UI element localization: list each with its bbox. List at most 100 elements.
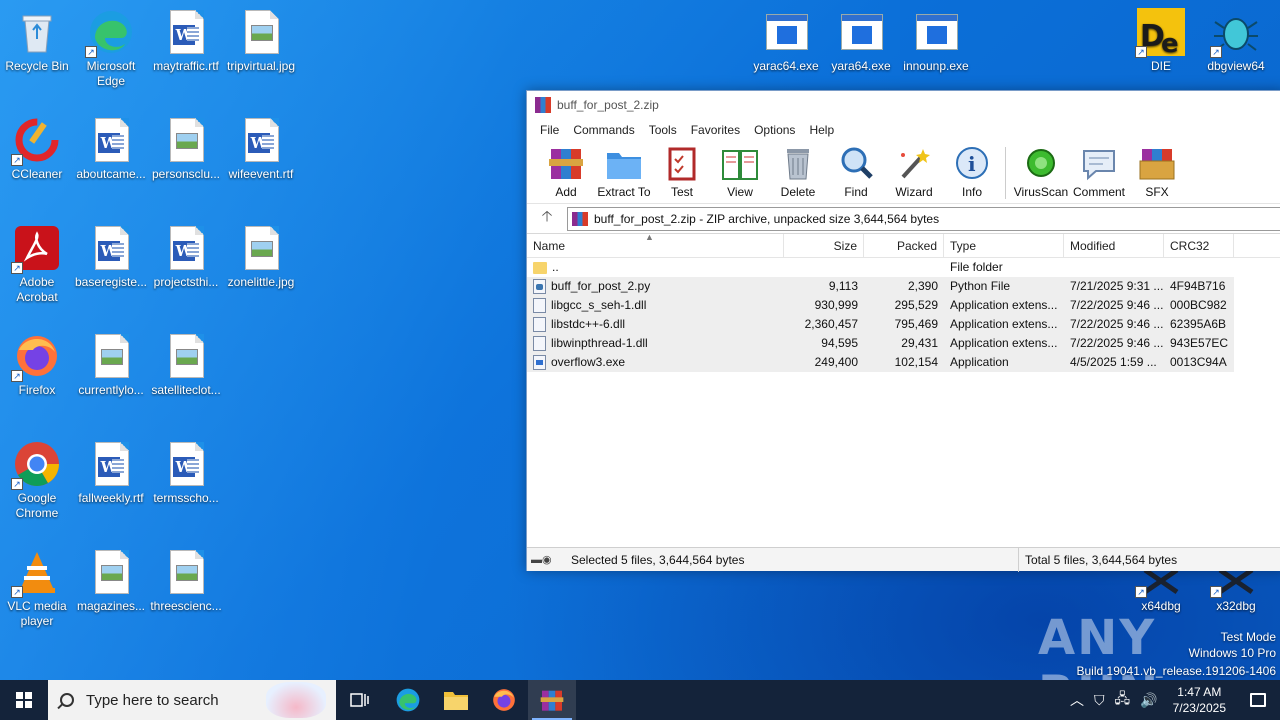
task-view-icon (350, 693, 369, 707)
desktop-icon-label: currentlylo... (78, 383, 144, 397)
menu-help[interactable]: Help (802, 123, 841, 137)
menu-favorites[interactable]: Favorites (684, 123, 747, 137)
toolbar: Add Extract To Test View Delete Find Wiz… (527, 141, 1280, 203)
column-header-size[interactable]: Size (784, 233, 864, 258)
delete-button[interactable]: Delete (769, 145, 827, 199)
add-button[interactable]: Add (537, 145, 595, 199)
notification-center-button[interactable] (1236, 680, 1280, 720)
desktop-icon-x64dbg[interactable]: ↗ x64dbg (1124, 566, 1198, 614)
desktop-icon-zonelittle[interactable]: zonelittle.jpg (224, 224, 298, 290)
menu-tools[interactable]: Tools (642, 123, 684, 137)
security-icon[interactable]: ⛉ (1089, 692, 1110, 709)
file-row[interactable]: libgcc_s_seh-1.dll 930,999 295,529 Appli… (527, 296, 1280, 315)
exe-icon (912, 8, 960, 56)
taskbar-search-box[interactable]: Type here to search (48, 680, 336, 720)
winrar-app-icon (535, 97, 551, 113)
search-placeholder: Type here to search (86, 691, 219, 709)
desktop-icon-die[interactable]: De ↗ DIE (1124, 8, 1198, 74)
taskbar-winrar[interactable] (528, 680, 576, 720)
trash-icon (779, 145, 817, 181)
column-header-name[interactable]: ▲ Name (527, 232, 784, 258)
desktop-icon-firefox[interactable]: ↗ Firefox (0, 332, 74, 398)
file-row[interactable]: buff_for_post_2.py 9,113 2,390 Python Fi… (527, 277, 1280, 296)
file-packed: 102,154 (864, 353, 944, 372)
file-row[interactable]: libstdc++-6.dll 2,360,457 795,469 Applic… (527, 315, 1280, 334)
file-row[interactable]: overflow3.exe 249,400 102,154 Applicatio… (527, 353, 1280, 372)
file-type: Application extens... (944, 315, 1064, 334)
column-header-type[interactable]: Type (944, 233, 1064, 258)
desktop-icon-adobe-acrobat[interactable]: ↗ Adobe Acrobat (0, 224, 74, 305)
desktop-icon-vlc[interactable]: ↗ VLC media player (0, 548, 74, 629)
desktop-icon-yara64[interactable]: yara64.exe (824, 8, 898, 74)
desktop-icon-magazines[interactable]: magazines... (74, 548, 148, 614)
file-name: libstdc++-6.dll (551, 317, 626, 331)
up-arrow-icon[interactable]: 🡡 (527, 206, 567, 231)
desktop-icon-satelliteclot[interactable]: satelliteclot... (149, 332, 223, 398)
column-header-modified[interactable]: Modified (1064, 233, 1164, 258)
menu-commands[interactable]: Commands (566, 123, 641, 137)
desktop-icon-x32dbg[interactable]: ↗ x32dbg (1199, 566, 1273, 614)
comment-icon (1080, 145, 1118, 181)
start-button[interactable] (0, 680, 48, 720)
file-size: 9,113 (784, 277, 864, 296)
desktop-icon-aboutcame[interactable]: W aboutcame... (74, 116, 148, 182)
volume-icon[interactable]: 🔊 (1135, 692, 1162, 709)
desktop-icon-label: aboutcame... (76, 167, 146, 181)
virusscan-label: VirusScan (1013, 185, 1069, 199)
menu-options[interactable]: Options (747, 123, 802, 137)
file-type: File folder (950, 260, 1003, 274)
desktop-icon-dbgview64[interactable]: ↗ dbgview64 (1199, 8, 1273, 74)
word-doc-icon: W (87, 116, 135, 164)
desktop-icon-yarac64[interactable]: yarac64.exe (749, 8, 823, 74)
clock[interactable]: 1:47 AM 7/23/2025 (1163, 684, 1236, 716)
test-button[interactable]: Test (653, 145, 711, 199)
desktop-icon-tripvirtual[interactable]: tripvirtual.jpg (224, 8, 298, 74)
test-label: Test (670, 185, 693, 199)
extract-to-button[interactable]: Extract To (595, 145, 653, 199)
sfx-button[interactable]: SFX (1128, 145, 1186, 199)
window-titlebar[interactable]: buff_for_post_2.zip (527, 91, 1280, 119)
desktop-icon-wifeevent[interactable]: W wifeevent.rtf (224, 116, 298, 182)
extract-to-label: Extract To (597, 185, 651, 199)
desktop-icon-ccleaner[interactable]: ↗ CCleaner (0, 116, 74, 182)
file-type: Application extens... (944, 296, 1064, 315)
file-row[interactable]: libwinpthread-1.dll 94,595 29,431 Applic… (527, 334, 1280, 353)
vlc-icon: ↗ (11, 548, 61, 598)
desktop-icon-maytraffic[interactable]: W maytraffic.rtf (149, 8, 223, 74)
desktop-icon-projectsthi[interactable]: W projectsthi... (149, 224, 223, 290)
taskbar-firefox[interactable] (480, 680, 528, 720)
wizard-button[interactable]: Wizard (885, 145, 943, 199)
desktop-icon-microsoft-edge[interactable]: ↗ Microsoft Edge (74, 8, 148, 89)
file-crc: 000BC982 (1164, 296, 1234, 315)
desktop-icon-termsscho[interactable]: W termsscho... (149, 440, 223, 506)
find-label: Find (844, 185, 868, 199)
chevron-up-icon[interactable]: ︿ (1065, 690, 1089, 710)
taskbar-edge[interactable] (384, 680, 432, 720)
desktop-icon-innounp[interactable]: innounp.exe (899, 8, 973, 74)
acrobat-icon: ↗ (11, 224, 61, 274)
menu-file[interactable]: File (533, 123, 566, 137)
virusscan-button[interactable]: VirusScan (1012, 145, 1070, 199)
archive-path-field[interactable]: buff_for_post_2.zip - ZIP archive, unpac… (567, 206, 1280, 231)
find-button[interactable]: Find (827, 145, 885, 199)
desktop-icon-baseregiste[interactable]: W baseregiste... (74, 224, 148, 290)
desktop-icon-recycle-bin[interactable]: Recycle Bin (0, 8, 74, 74)
column-header-packed[interactable]: Packed (864, 233, 944, 258)
file-list[interactable]: ▲ Name Size Packed Type Modified CRC32 ..… (527, 232, 1280, 546)
file-row-parent[interactable]: .. File folder (527, 258, 1280, 277)
task-view-button[interactable] (336, 680, 384, 720)
network-icon[interactable]: 🖧 (1110, 688, 1136, 712)
info-button[interactable]: i Info (943, 145, 1001, 199)
drive-icon[interactable]: ▬◉ (527, 553, 567, 566)
taskbar-file-explorer[interactable] (432, 680, 480, 720)
comment-button[interactable]: Comment (1070, 145, 1128, 199)
view-button[interactable]: View (711, 145, 769, 199)
dll-file-icon (533, 298, 546, 313)
desktop-icon-currentlylo[interactable]: currentlylo... (74, 332, 148, 398)
test-mode-text: Test Mode (1220, 630, 1276, 644)
desktop-icon-fallweekly[interactable]: W fallweekly.rtf (74, 440, 148, 506)
desktop-icon-threescienc[interactable]: threescienc... (149, 548, 223, 614)
column-header-crc32[interactable]: CRC32 (1164, 233, 1234, 258)
desktop-icon-personsclu[interactable]: personsclu... (149, 116, 223, 182)
desktop-icon-google-chrome[interactable]: ↗ Google Chrome (0, 440, 74, 521)
